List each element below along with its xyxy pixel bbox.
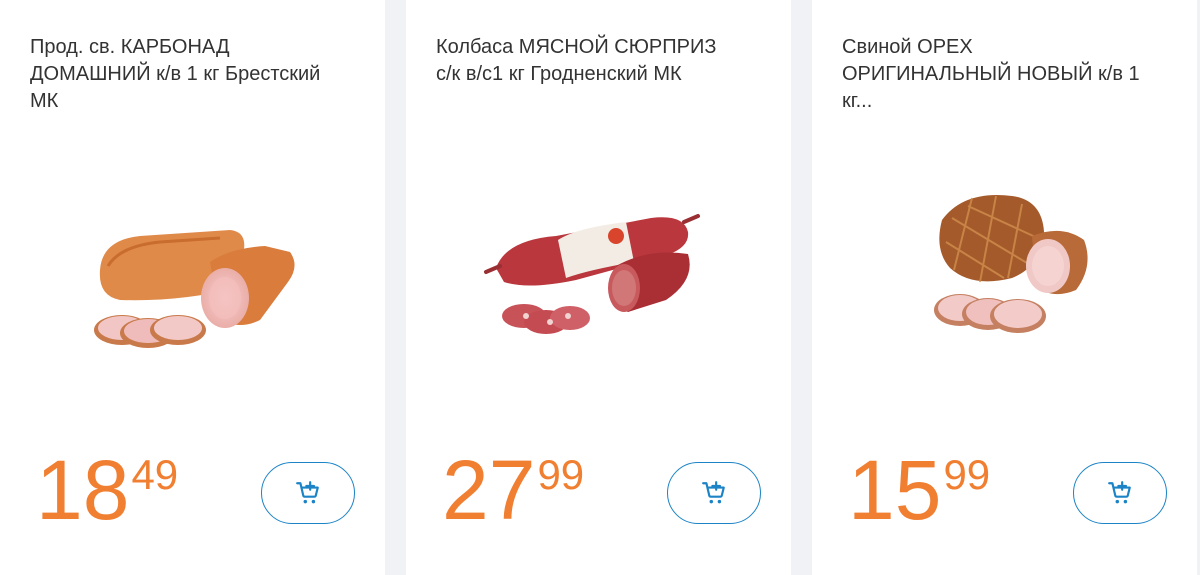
product-price: 1599	[848, 448, 990, 532]
add-to-cart-button[interactable]	[667, 462, 761, 524]
product-card[interactable]: Прод. св. КАРБОНАД ДОМАШНИЙ к/в 1 кг Бре…	[0, 0, 385, 575]
add-to-cart-icon	[1108, 481, 1131, 504]
price-integer: 27	[442, 443, 536, 537]
product-card[interactable]: Свиной ОРЕХ ОРИГИНАЛЬНЫЙ НОВЫЙ к/в 1 кг.…	[812, 0, 1197, 575]
product-price: 2799	[442, 448, 584, 532]
product-price: 1849	[36, 448, 178, 532]
product-image-pork-nut[interactable]	[872, 170, 1132, 380]
product-image-karbonad[interactable]	[60, 170, 320, 380]
product-card[interactable]: Колбаса МЯСНОЙ СЮРПРИЗ с/к в/с1 кг Гродн…	[406, 0, 791, 575]
product-image-sausage[interactable]	[466, 170, 726, 380]
price-fraction: 99	[943, 451, 991, 498]
add-to-cart-button[interactable]	[1073, 462, 1167, 524]
price-integer: 18	[36, 443, 130, 537]
price-integer: 15	[848, 443, 942, 537]
add-to-cart-icon	[296, 481, 319, 504]
price-fraction: 49	[131, 451, 179, 498]
price-fraction: 99	[537, 451, 585, 498]
product-title[interactable]: Свиной ОРЕХ ОРИГИНАЛЬНЫЙ НОВЫЙ к/в 1 кг.…	[842, 34, 1142, 115]
add-to-cart-button[interactable]	[261, 462, 355, 524]
product-title[interactable]: Прод. св. КАРБОНАД ДОМАШНИЙ к/в 1 кг Бре…	[30, 34, 330, 115]
add-to-cart-icon	[702, 481, 725, 504]
product-title[interactable]: Колбаса МЯСНОЙ СЮРПРИЗ с/к в/с1 кг Гродн…	[436, 34, 736, 88]
